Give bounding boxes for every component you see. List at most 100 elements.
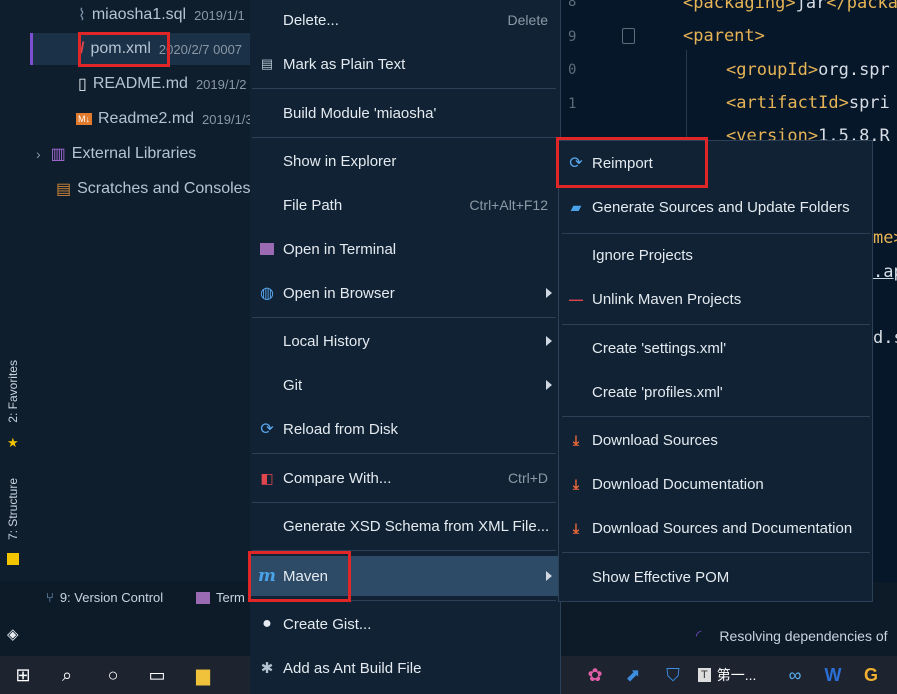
line-number: 8 — [568, 0, 577, 10]
menu-item-generate-xsd[interactable]: Generate XSD Schema from XML File... — [250, 506, 560, 546]
menu-item-label: Compare With... — [283, 469, 392, 487]
submenu-item-create-profiles[interactable]: Create 'profiles.xml' — [559, 372, 872, 412]
background-task[interactable]: ◜ Resolving dependencies of — [696, 627, 888, 644]
windows-start-icon[interactable]: ⊞ — [10, 662, 36, 688]
submenu-item-label: Download Sources — [592, 431, 718, 449]
chevron-right-icon[interactable]: › — [36, 146, 41, 162]
taskbar-task-document[interactable]: T 第一... — [698, 662, 756, 688]
download-icon: ⤓ — [572, 519, 580, 536]
tree-item-miaosha-sql[interactable]: ⌇ miaosha1.sql 2019/1/1 — [78, 1, 245, 29]
structure-icon — [7, 553, 19, 565]
submenu-item-download-sources[interactable]: ⤓ Download Sources — [559, 420, 872, 460]
menu-item-label: Add as Ant Build File — [283, 659, 422, 677]
menu-item-label: Reload from Disk — [283, 420, 399, 438]
submenu-arrow-icon — [546, 380, 552, 390]
menu-item-show-in-explorer[interactable]: Show in Explorer — [250, 141, 560, 181]
menu-item-git[interactable]: Git — [250, 365, 560, 405]
menu-item-reload-from-disk[interactable]: ⟳ Reload from Disk — [250, 409, 560, 449]
structure-tab-label: 7: Structure — [6, 478, 20, 541]
menu-item-open-in-browser[interactable]: ◍ Open in Browser — [250, 273, 560, 313]
menu-separator — [562, 416, 870, 417]
search-icon[interactable]: ⌕ — [54, 662, 80, 688]
submenu-item-label: Unlink Maven Projects — [592, 290, 742, 308]
tree-item-external-libraries[interactable]: › ▥ External Libraries — [36, 140, 196, 168]
compare-icon: ◧ — [260, 469, 274, 486]
menu-separator — [562, 552, 870, 553]
layers-icon[interactable]: ◈ — [7, 625, 19, 643]
submenu-item-generate-sources[interactable]: ▰ Generate Sources and Update Folders — [559, 187, 872, 227]
menu-item-file-path[interactable]: File Path Ctrl+Alt+F12 — [250, 185, 560, 225]
app-store-icon[interactable]: ⬈ — [620, 662, 646, 688]
menu-item-shortcut: Ctrl+Alt+F12 — [469, 197, 548, 213]
photos-icon[interactable]: ✿ — [582, 662, 608, 688]
line-number: 0 — [568, 62, 577, 78]
word-icon[interactable]: W — [820, 662, 846, 688]
submenu-item-download-both[interactable]: ⤓ Download Sources and Documentation — [559, 508, 872, 548]
line-number: 9 — [568, 29, 577, 45]
download-icon: ⤓ — [572, 431, 580, 448]
submenu-item-unlink-maven[interactable]: — Unlink Maven Projects — [559, 279, 872, 319]
submenu-item-ignore-projects[interactable]: Ignore Projects — [559, 235, 872, 275]
tree-item-date: 2019/1/3 — [202, 111, 253, 127]
submenu-item-download-docs[interactable]: ⤓ Download Documentation — [559, 464, 872, 504]
scratches-icon: ▤ — [56, 181, 72, 198]
menu-item-label: Mark as Plain Text — [283, 55, 406, 73]
fold-marker[interactable] — [622, 28, 635, 44]
submenu-item-label: Reimport — [592, 154, 653, 172]
submenu-item-label: Create 'settings.xml' — [592, 339, 727, 357]
submenu-item-label: Download Sources and Documentation — [592, 519, 853, 537]
menu-item-shortcut: Delete — [507, 12, 548, 28]
structure-tab[interactable]: 7: Structure — [6, 478, 20, 540]
tree-item-label: miaosha1.sql — [91, 6, 187, 23]
plain-text-icon: ▤ — [260, 56, 274, 71]
task-label: 第一... — [716, 667, 757, 683]
code-line: <parent> — [683, 26, 765, 46]
menu-item-local-history[interactable]: Local History — [250, 321, 560, 361]
tree-item-pom-xml[interactable]: / pom.xml 2020/2/7 0007 — [80, 35, 242, 63]
menu-item-compare-with[interactable]: ◧ Compare With... Ctrl+D — [250, 458, 560, 498]
terminal-label: Term — [216, 590, 245, 605]
app-g-icon[interactable]: G — [858, 662, 884, 688]
tree-item-label: README.md — [92, 75, 188, 92]
menu-item-maven[interactable]: m Maven — [250, 556, 560, 596]
cortana-icon[interactable]: ○ — [100, 662, 126, 688]
reimport-icon: ⟳ — [569, 155, 583, 172]
submenu-item-create-settings[interactable]: Create 'settings.xml' — [559, 328, 872, 368]
submenu-item-reimport[interactable]: ⟳ Reimport — [559, 143, 872, 183]
menu-item-label: Open in Browser — [283, 284, 395, 302]
submenu-item-label: Create 'profiles.xml' — [592, 383, 723, 401]
menu-item-label: Delete... — [283, 11, 339, 29]
favorites-tab[interactable]: 2: Favorites — [6, 360, 20, 423]
menu-item-create-gist[interactable]: ● Create Gist... — [250, 604, 560, 644]
download-icon: ⤓ — [572, 475, 580, 492]
task-view-icon[interactable]: ▭ — [144, 662, 170, 688]
menu-separator — [252, 453, 556, 454]
menu-item-open-in-terminal[interactable]: Open in Terminal — [250, 229, 560, 269]
menu-item-label: Generate XSD Schema from XML File... — [283, 517, 550, 535]
tree-item-label: Scratches and Consoles — [77, 180, 251, 197]
tree-item-readme[interactable]: ▯ README.md 2019/1/2 — [78, 70, 247, 98]
menu-item-add-ant-build[interactable]: ✱ Add as Ant Build File — [250, 648, 560, 688]
file-explorer-icon[interactable]: ▆ — [190, 662, 216, 688]
menu-separator — [252, 600, 556, 601]
submenu-item-effective-pom[interactable]: Show Effective POM — [559, 557, 872, 597]
version-control-label: 9: Version Control — [59, 590, 164, 605]
shield-icon[interactable]: ⛉ — [660, 662, 686, 688]
menu-item-label: Maven — [283, 567, 329, 585]
markdown-badge-icon: M↓ — [76, 113, 92, 125]
line-number: 1 — [568, 96, 577, 112]
menu-item-mark-plain-text[interactable]: ▤ Mark as Plain Text — [250, 44, 560, 84]
tree-item-scratches[interactable]: ▤ Scratches and Consoles — [56, 175, 251, 203]
tree-item-label: Readme2.md — [98, 110, 195, 127]
minus-icon: — — [569, 291, 583, 307]
tree-item-date: 2019/1/1 — [194, 7, 245, 23]
code-line: <groupId>org.spr — [726, 60, 890, 80]
document-icon: T — [698, 668, 711, 682]
menu-item-build-module[interactable]: Build Module 'miaosha' — [250, 93, 560, 133]
terminal-tab[interactable]: Term — [196, 590, 245, 605]
version-control-tab[interactable]: ⑂ 9: Version Control — [46, 590, 163, 605]
cloud-app-icon[interactable]: ∞ — [782, 662, 808, 688]
tree-item-readme2[interactable]: M↓ Readme2.md 2019/1/3 — [76, 105, 253, 133]
favorites-tab-label: 2: Favorites — [6, 360, 20, 423]
menu-item-delete[interactable]: Delete... Delete — [250, 0, 560, 40]
